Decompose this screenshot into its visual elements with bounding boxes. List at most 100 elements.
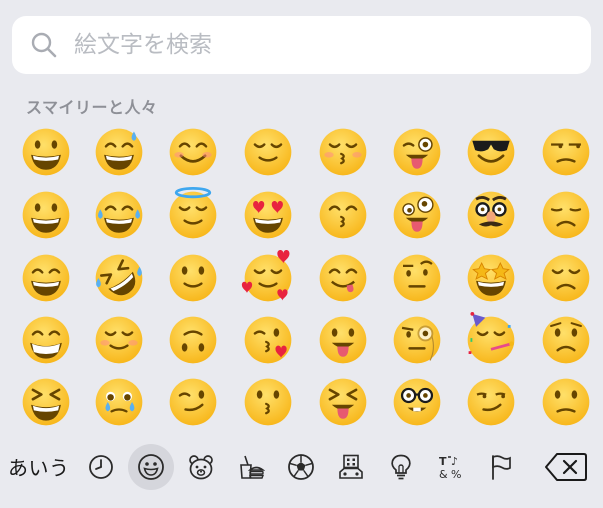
face-blowing-a-kiss[interactable]: [238, 310, 298, 370]
food-category-button[interactable]: [228, 444, 274, 490]
beaming-face-with-smiling-eyes[interactable]: [16, 310, 76, 370]
upside-down-face[interactable]: [163, 310, 223, 370]
disappointed-face[interactable]: [536, 185, 596, 245]
soccer-ball-icon: [288, 454, 314, 480]
animals-category-button[interactable]: [178, 444, 224, 490]
confused-face[interactable]: [536, 372, 596, 432]
svg-text:T: T: [439, 455, 447, 468]
confused-face-icon: [542, 378, 590, 426]
face-with-tongue[interactable]: [313, 310, 373, 370]
face-with-monocle[interactable]: [387, 310, 447, 370]
face-savoring-food[interactable]: [313, 248, 373, 308]
beaming-face-with-smiling-eyes-icon: [22, 316, 70, 364]
grinning-face-with-big-eyes-icon: [22, 191, 70, 239]
partying-face[interactable]: [461, 310, 521, 370]
disguised-face-icon: [467, 191, 515, 239]
face-with-raised-eyebrow[interactable]: [387, 248, 447, 308]
smirking-face[interactable]: [461, 372, 521, 432]
kissing-face-with-closed-eyes[interactable]: [313, 122, 373, 182]
smileys-category-button[interactable]: [128, 444, 174, 490]
smiling-face-icon: [95, 316, 143, 364]
smiling-face-with-smiling-eyes[interactable]: [163, 122, 223, 182]
face-with-tears-of-joy-icon: [95, 191, 143, 239]
smiling-face-with-smiling-eyes-icon: [169, 128, 217, 176]
category-title: スマイリーと人々: [26, 98, 158, 117]
emoji-keyboard: 絵文字を検索 スマイリーと人々 あいう T ♪ & %: [0, 0, 603, 508]
partying-face-icon: [467, 312, 515, 364]
unamused-face[interactable]: [536, 122, 596, 182]
keyboard-switch-button[interactable]: あいう: [8, 452, 70, 481]
symbols-category-button[interactable]: T ♪ & %: [428, 444, 474, 490]
svg-text:&: &: [439, 468, 448, 481]
objects-category-button[interactable]: [378, 444, 424, 490]
disguised-face[interactable]: [461, 185, 521, 245]
smiling-face-with-heart-eyes[interactable]: [238, 185, 298, 245]
kissing-face-icon: [244, 378, 292, 426]
emoji-search-field[interactable]: 絵文字を検索: [12, 16, 591, 74]
emoji-grid: [0, 118, 603, 432]
worried-face-icon: [542, 316, 590, 364]
relieved-face-icon: [244, 128, 292, 176]
squinting-face-with-tongue-icon: [319, 378, 367, 426]
food-icon: [240, 455, 265, 479]
pensive-face-icon: [542, 254, 590, 302]
clock-icon: [89, 455, 113, 479]
flag-icon: [492, 455, 511, 480]
slightly-smiling-face[interactable]: [163, 248, 223, 308]
pensive-face[interactable]: [536, 248, 596, 308]
grinning-squinting-face-icon: [22, 378, 70, 426]
grinning-face-with-sweat[interactable]: [89, 122, 149, 182]
zany-face-icon: [393, 191, 441, 239]
face-holding-back-tears-icon: [95, 378, 143, 426]
kissing-face-with-smiling-eyes[interactable]: [313, 185, 373, 245]
smiling-face[interactable]: [89, 310, 149, 370]
kissing-face-with-smiling-eyes-icon: [319, 191, 367, 239]
grinning-face-with-smiling-eyes[interactable]: [16, 248, 76, 308]
winking-face-with-tongue-icon: [393, 128, 441, 176]
grinning-face-with-sweat-icon: [95, 128, 143, 176]
face-blowing-a-kiss-icon: [244, 316, 292, 364]
winking-face-with-tongue[interactable]: [387, 122, 447, 182]
upside-down-face-icon: [169, 316, 217, 364]
winking-face[interactable]: [163, 372, 223, 432]
bear-icon: [189, 455, 213, 480]
smirking-face-icon: [467, 378, 515, 426]
winking-face-icon: [169, 378, 217, 426]
slightly-smiling-face-icon: [169, 254, 217, 302]
svg-text:♪: ♪: [451, 455, 458, 468]
face-with-tears-of-joy[interactable]: [89, 185, 149, 245]
zany-face[interactable]: [387, 185, 447, 245]
relieved-face[interactable]: [238, 122, 298, 182]
star-struck[interactable]: [461, 248, 521, 308]
recent-category-button[interactable]: [78, 444, 124, 490]
face-with-tongue-icon: [319, 316, 367, 364]
nerd-face[interactable]: [387, 372, 447, 432]
disappointed-face-icon: [542, 191, 590, 239]
smiling-face-with-halo[interactable]: [163, 185, 223, 245]
face-holding-back-tears[interactable]: [89, 372, 149, 432]
backspace-button[interactable]: [544, 452, 588, 482]
smiling-face-with-sunglasses[interactable]: [461, 122, 521, 182]
kissing-face-with-closed-eyes-icon: [319, 128, 367, 176]
grinning-face-with-big-eyes[interactable]: [16, 185, 76, 245]
worried-face[interactable]: [536, 310, 596, 370]
rolling-on-the-floor-laughing-icon: [95, 254, 143, 302]
squinting-face-with-tongue[interactable]: [313, 372, 373, 432]
travel-category-button[interactable]: [328, 444, 374, 490]
star-struck-icon: [467, 254, 515, 302]
search-icon: [31, 32, 57, 58]
grinning-face[interactable]: [16, 122, 76, 182]
face-savoring-food-icon: [319, 254, 367, 302]
face-with-raised-eyebrow-icon: [393, 254, 441, 302]
grinning-squinting-face[interactable]: [16, 372, 76, 432]
rolling-on-the-floor-laughing[interactable]: [89, 248, 149, 308]
activity-category-button[interactable]: [278, 444, 324, 490]
smiley-icon: [138, 454, 164, 480]
smiling-face-with-hearts-icon: [241, 250, 292, 302]
building-icon: [339, 454, 363, 479]
kissing-face[interactable]: [238, 372, 298, 432]
flags-category-button[interactable]: [478, 444, 524, 490]
grinning-face-icon: [22, 128, 70, 176]
smiling-face-with-hearts[interactable]: [238, 248, 298, 308]
symbols-icon: T ♪ & %: [439, 455, 461, 481]
